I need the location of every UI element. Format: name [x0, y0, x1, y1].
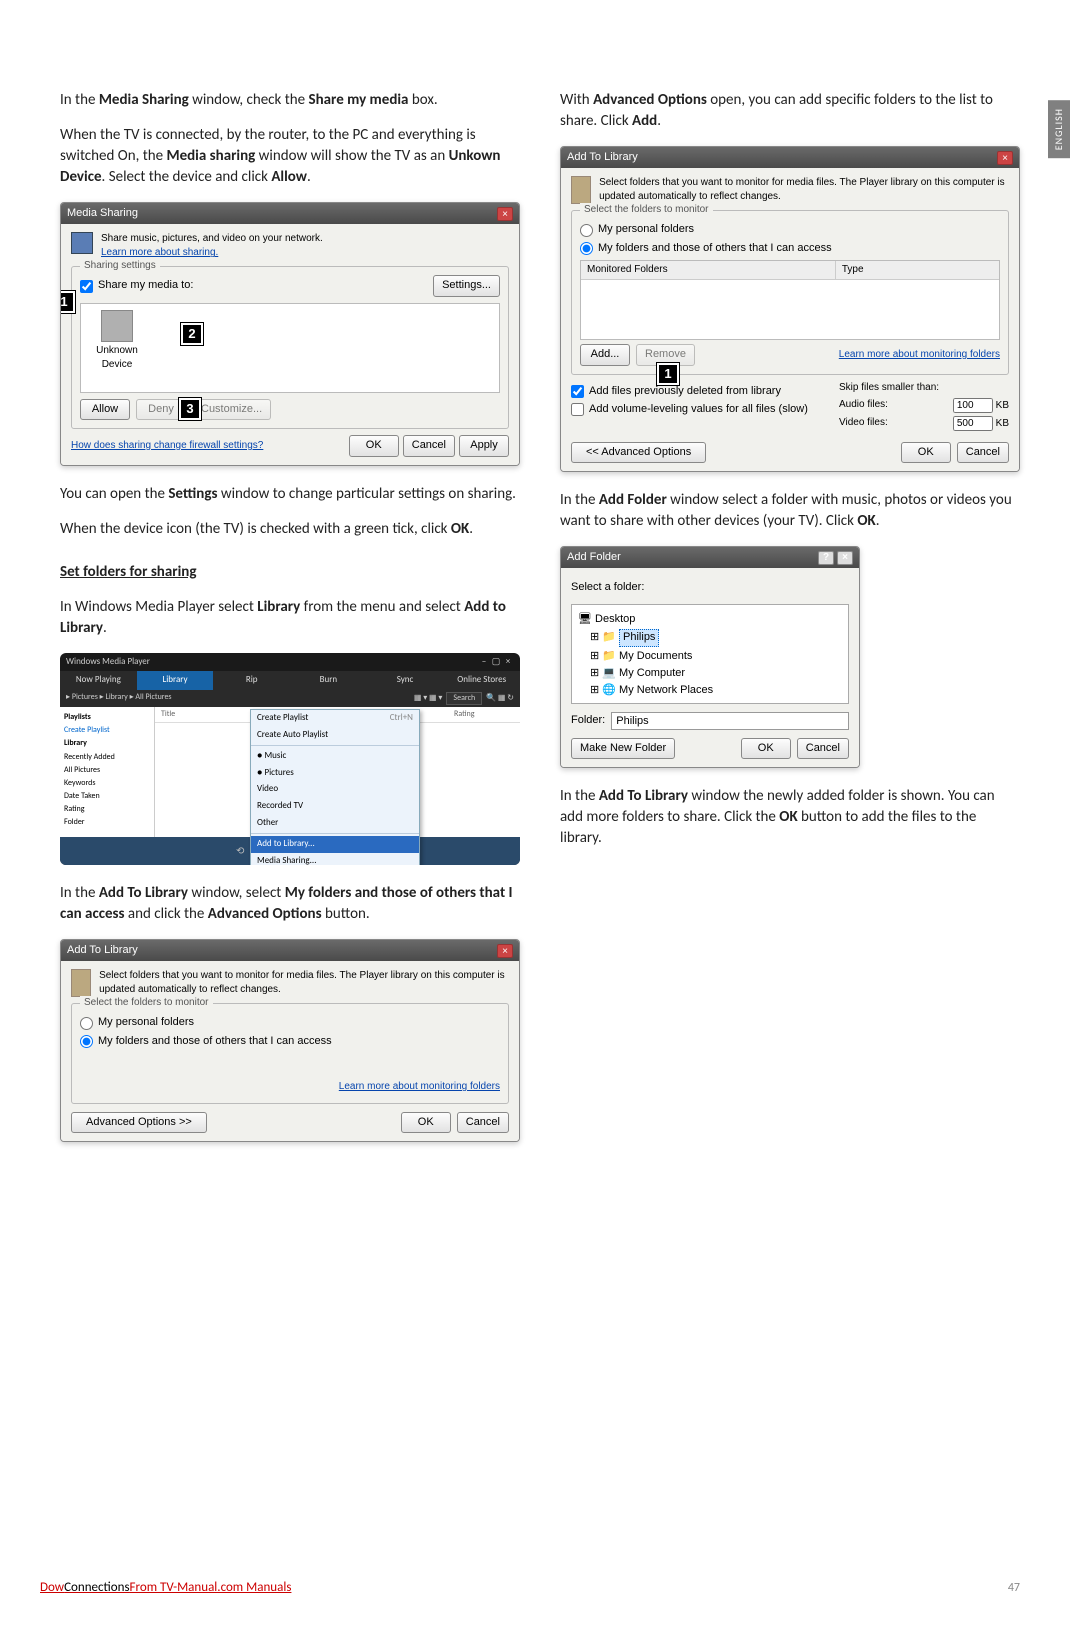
window-controls[interactable]: –▢× [478, 656, 514, 669]
page-number: 47 [1008, 1580, 1020, 1597]
para-wmp-library: In Windows Media Player select Library f… [60, 597, 520, 639]
radio-others[interactable]: My folders and those of others that I ca… [80, 1034, 500, 1049]
video-input[interactable] [953, 416, 993, 431]
close-icon[interactable]: × [997, 151, 1013, 165]
callout-3: 3 [179, 398, 201, 420]
folder-input[interactable] [611, 712, 849, 730]
library-icon [71, 969, 91, 997]
para-newly-added: In the Add To Library window the newly a… [560, 786, 1020, 849]
callout-1: 1 [657, 363, 679, 385]
audio-input[interactable] [953, 398, 993, 413]
para-settings: You can open the Settings window to chan… [60, 484, 520, 505]
learn-sharing-link[interactable]: Learn more about sharing. [101, 246, 323, 260]
skip-label: Skip files smaller than: [839, 381, 1009, 395]
right-column: With Advanced Options open, you can add … [560, 90, 1020, 1160]
left-column: In the Media Sharing window, check the S… [60, 90, 520, 1160]
apply-button[interactable]: Apply [459, 435, 509, 456]
footer-link[interactable]: DowConnectionsFrom TV-Manual.com Manuals [40, 1580, 291, 1595]
atl-desc: Select folders that you want to monitor … [99, 969, 509, 997]
sharing-desc: Share music, pictures, and video on your… [101, 232, 323, 246]
learn-link[interactable]: Learn more about monitoring folders [839, 348, 1000, 362]
allow-button[interactable]: Allow [80, 399, 130, 420]
para-adv-open: With Advanced Options open, you can add … [560, 90, 1020, 132]
titlebar: Media Sharing × [61, 203, 519, 224]
page-footer: DowConnectionsFrom TV-Manual.com Manuals… [40, 1579, 1020, 1597]
window-title: Add Folder [567, 550, 621, 565]
heading-set-folders: Set folders for sharing [60, 562, 520, 583]
language-tab: ENGLISH [1048, 100, 1070, 158]
radio-others[interactable]: My folders and those of others that I ca… [580, 241, 1000, 256]
library-menu[interactable]: Create PlaylistCtrl+NCreate Auto Playlis… [250, 709, 420, 865]
add-folder-window: Add Folder ? × Select a folder: 🖥 Deskto… [560, 546, 860, 768]
sharing-icon [71, 232, 93, 254]
device-list: Unknown Device [80, 303, 500, 393]
select-folder-label: Select a folder: [571, 580, 849, 595]
breadcrumb: ▸ Pictures ▸ Library ▸ All Pictures [66, 692, 172, 705]
para-media-sharing-check: In the Media Sharing window, check the S… [60, 90, 520, 111]
cancel-button[interactable]: Cancel [403, 435, 455, 456]
two-column-layout: In the Media Sharing window, check the S… [60, 90, 1020, 1160]
folder-label: Folder: [571, 713, 605, 728]
help-icon[interactable]: ? [818, 551, 834, 565]
window-title: Media Sharing [67, 206, 138, 221]
wmp-window: Windows Media Player –▢× Now Playing Lib… [60, 653, 520, 865]
advanced-options-button[interactable]: << Advanced Options [571, 442, 706, 463]
callout-1: 1 [60, 291, 75, 313]
library-icon [571, 176, 591, 204]
wmp-sidebar[interactable]: Playlists Create Playlist Library Recent… [60, 707, 155, 837]
add-button[interactable]: Add... [580, 344, 630, 365]
folder-tree[interactable]: 🖥 Desktop ⊞ 📁 Philips ⊞ 📁 My Documents ⊞… [571, 604, 849, 704]
settings-button[interactable]: Settings... [433, 275, 500, 296]
close-icon[interactable]: × [497, 944, 513, 958]
advanced-options-button[interactable]: Advanced Options >> [71, 1112, 207, 1133]
sharing-legend: Sharing settings [80, 259, 160, 273]
atl-desc: Select folders that you want to monitor … [599, 176, 1009, 204]
window-title: Add To Library [67, 943, 138, 958]
share-media-checkbox[interactable]: Share my media to: [80, 278, 193, 293]
make-new-folder-button[interactable]: Make New Folder [571, 738, 675, 759]
para-green-tick: When the device icon (the TV) is checked… [60, 519, 520, 540]
add-to-library-advanced-window: Add To Library × Select folders that you… [560, 146, 1020, 472]
para-add-folder: In the Add Folder window select a folder… [560, 490, 1020, 532]
radio-personal[interactable]: My personal folders [580, 222, 1000, 237]
cancel-button[interactable]: Cancel [457, 1112, 509, 1133]
learn-link[interactable]: Learn more about monitoring folders [339, 1081, 500, 1092]
cancel-button[interactable]: Cancel [797, 738, 849, 759]
monitored-folders-table: Monitored Folders Type [580, 260, 1000, 340]
ok-button[interactable]: OK [349, 435, 399, 456]
window-title: Add To Library [567, 150, 638, 165]
ok-button[interactable]: OK [901, 442, 951, 463]
device-icon [101, 310, 133, 342]
close-icon[interactable]: × [497, 207, 513, 221]
chk-volume[interactable]: Add volume-leveling values for all files… [571, 402, 829, 417]
add-to-library-basic-window: Add To Library × Select folders that you… [60, 939, 520, 1142]
radio-personal[interactable]: My personal folders [80, 1015, 500, 1030]
para-unknown-device: When the TV is connected, by the router,… [60, 125, 520, 188]
close-icon[interactable]: × [837, 551, 853, 565]
wmp-title: Windows Media Player [66, 656, 150, 669]
chk-deleted[interactable]: Add files previously deleted from librar… [571, 384, 829, 399]
cancel-button[interactable]: Cancel [957, 442, 1009, 463]
customize-button[interactable]: Customize... [192, 399, 271, 420]
wmp-tabs[interactable]: Now Playing Library Rip Burn Sync Online… [60, 671, 520, 690]
firewall-link[interactable]: How does sharing change firewall setting… [71, 439, 263, 453]
unknown-device-item[interactable]: Unknown Device [87, 310, 147, 372]
ok-button[interactable]: OK [741, 738, 791, 759]
ok-button[interactable]: OK [401, 1112, 451, 1133]
para-atl-select: In the Add To Library window, select My … [60, 883, 520, 925]
callout-2: 2 [181, 323, 203, 345]
media-sharing-window: Media Sharing × Share music, pictures, a… [60, 202, 520, 466]
search-label[interactable]: Search [446, 692, 482, 705]
